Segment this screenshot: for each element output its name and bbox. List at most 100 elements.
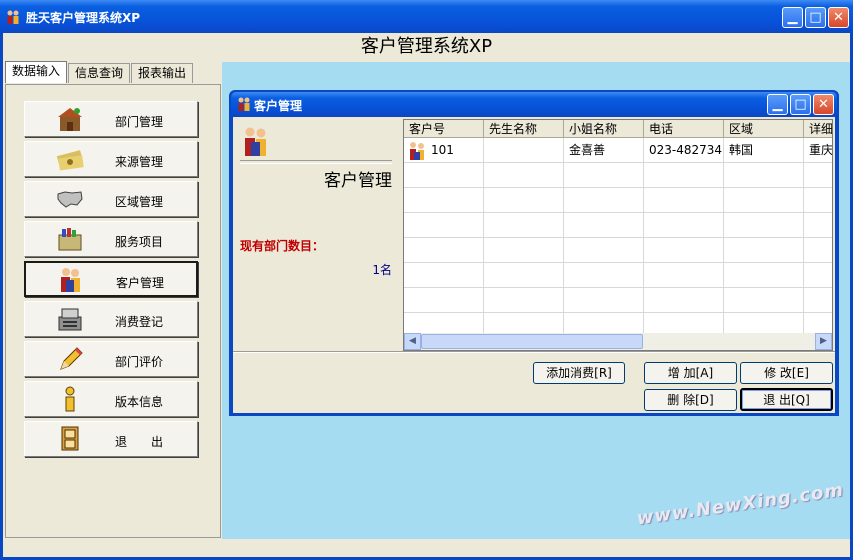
grid-cell[interactable]	[484, 188, 564, 213]
nav-label: 部门管理	[115, 115, 164, 129]
button-area-divider	[233, 351, 835, 353]
grid-cell[interactable]	[804, 213, 832, 238]
nav-label: 部门评价	[115, 355, 164, 369]
tab-report-output[interactable]: 报表输出	[131, 63, 194, 83]
grid-header-cell[interactable]: 区域	[724, 120, 804, 138]
info-icon	[65, 386, 75, 412]
grid-cell[interactable]	[644, 213, 724, 238]
grid-cell[interactable]: 重庆	[804, 138, 832, 163]
grid-header-cell[interactable]: 详细	[804, 120, 832, 138]
grid-cell[interactable]	[484, 138, 564, 163]
maximize-icon: □	[794, 97, 807, 112]
tab-strip: 数据输入 信息查询 报表输出	[5, 61, 194, 83]
minimize-icon: ▁	[772, 97, 783, 112]
grid-cell[interactable]	[404, 288, 484, 313]
register-icon	[58, 308, 82, 331]
grid-cell[interactable]	[564, 163, 644, 188]
nav-label: 消费登记	[115, 315, 164, 329]
nav-version-button[interactable]: 版本信息	[24, 381, 198, 417]
grid-cell[interactable]	[804, 163, 832, 188]
grid-cell[interactable]	[484, 288, 564, 313]
grid-cell[interactable]	[724, 213, 804, 238]
grid-cell[interactable]: 101	[404, 138, 484, 163]
grid-cell[interactable]: 023-482734...	[644, 138, 724, 163]
grid-header-cell[interactable]: 先生名称	[484, 120, 564, 138]
grid-cell[interactable]	[404, 213, 484, 238]
nav-service-button[interactable]: 服务项目	[24, 221, 198, 257]
grid-cell-text: 101	[431, 143, 454, 157]
grid-cell[interactable]	[564, 263, 644, 288]
grid-horizontal-scrollbar[interactable]: ◀ ▶	[404, 333, 832, 350]
grid-cell[interactable]	[404, 263, 484, 288]
scroll-left-icon[interactable]: ◀	[404, 333, 421, 350]
grid-cell[interactable]: 金喜善	[564, 138, 644, 163]
nav-department-button[interactable]: 部门管理	[24, 101, 198, 137]
add-button[interactable]: 增 加[A]	[644, 362, 737, 384]
grid-cell[interactable]	[804, 188, 832, 213]
grid-cell[interactable]	[644, 188, 724, 213]
nav-evaluation-button[interactable]: 部门评价	[24, 341, 198, 377]
count-value: 1名	[372, 263, 392, 277]
grid-cell[interactable]	[724, 163, 804, 188]
nav-source-button[interactable]: 来源管理	[24, 141, 198, 177]
grid-cell[interactable]	[804, 263, 832, 288]
nav-region-button[interactable]: 区域管理	[24, 181, 198, 217]
map-icon	[57, 191, 83, 208]
tab-info-query[interactable]: 信息查询	[68, 63, 131, 83]
grid-cell[interactable]	[724, 188, 804, 213]
nav-expense-button[interactable]: 消费登记	[24, 301, 198, 337]
grid-cell[interactable]	[724, 263, 804, 288]
grid-cell[interactable]	[484, 263, 564, 288]
grid-cell[interactable]	[404, 163, 484, 188]
app-header-title: 客户管理系统XP	[3, 33, 850, 61]
grid-cell[interactable]	[484, 163, 564, 188]
info-divider	[240, 160, 392, 164]
window-title: 胜天客户管理系统XP	[26, 11, 141, 25]
child-minimize-button[interactable]: ▁	[767, 94, 788, 115]
delete-button[interactable]: 删 除[D]	[644, 389, 737, 411]
customer-window-titlebar[interactable]	[231, 92, 837, 116]
grid-cell[interactable]	[484, 213, 564, 238]
close-icon: ✕	[833, 10, 844, 25]
grid-cell[interactable]	[804, 288, 832, 313]
customer-grid[interactable]: 客户号 先生名称 小姐名称 电话 区域 详细 101 金喜善 023-48273…	[403, 119, 833, 351]
grid-cell[interactable]	[564, 238, 644, 263]
scroll-right-icon[interactable]: ▶	[815, 333, 832, 350]
add-expense-button[interactable]: 添加消费[R]	[533, 362, 625, 384]
grid-cell[interactable]	[644, 288, 724, 313]
grid-cell[interactable]	[484, 238, 564, 263]
grid-header-cell[interactable]: 电话	[644, 120, 724, 138]
close-button[interactable]: ✕	[828, 7, 849, 28]
grid-cell[interactable]	[404, 238, 484, 263]
exit-icon	[61, 426, 79, 451]
maximize-button[interactable]: □	[805, 7, 826, 28]
grid-cell[interactable]	[724, 288, 804, 313]
nav-label: 来源管理	[115, 155, 164, 169]
grid-cell[interactable]	[644, 163, 724, 188]
grid-cell[interactable]	[644, 238, 724, 263]
nav-label: 版本信息	[115, 395, 164, 409]
child-people-icon	[236, 96, 252, 112]
modify-button[interactable]: 修 改[E]	[740, 362, 833, 384]
grid-header-cell[interactable]: 小姐名称	[564, 120, 644, 138]
grid-header-cell[interactable]: 客户号	[404, 120, 484, 138]
grid-cell[interactable]	[804, 238, 832, 263]
nav-label: 区域管理	[115, 195, 164, 209]
tab-data-input[interactable]: 数据输入	[5, 61, 68, 83]
grid-cell[interactable]	[644, 263, 724, 288]
scrollbar-thumb[interactable]	[421, 334, 643, 349]
grid-cell[interactable]	[564, 288, 644, 313]
nav-exit-button[interactable]: 退 出	[24, 421, 198, 457]
grid-cell[interactable]	[564, 213, 644, 238]
people-icon	[61, 268, 80, 292]
minimize-button[interactable]: ▁	[782, 7, 803, 28]
exit-button[interactable]: 退 出[Q]	[740, 388, 833, 411]
child-maximize-button[interactable]: □	[790, 94, 811, 115]
child-close-button[interactable]: ✕	[813, 94, 834, 115]
grid-cell[interactable]	[724, 238, 804, 263]
grid-cell[interactable]	[564, 188, 644, 213]
row-people-icon	[407, 141, 427, 161]
nav-customer-button[interactable]: 客户管理	[24, 261, 198, 297]
grid-cell[interactable]: 韩国	[724, 138, 804, 163]
grid-cell[interactable]	[404, 188, 484, 213]
